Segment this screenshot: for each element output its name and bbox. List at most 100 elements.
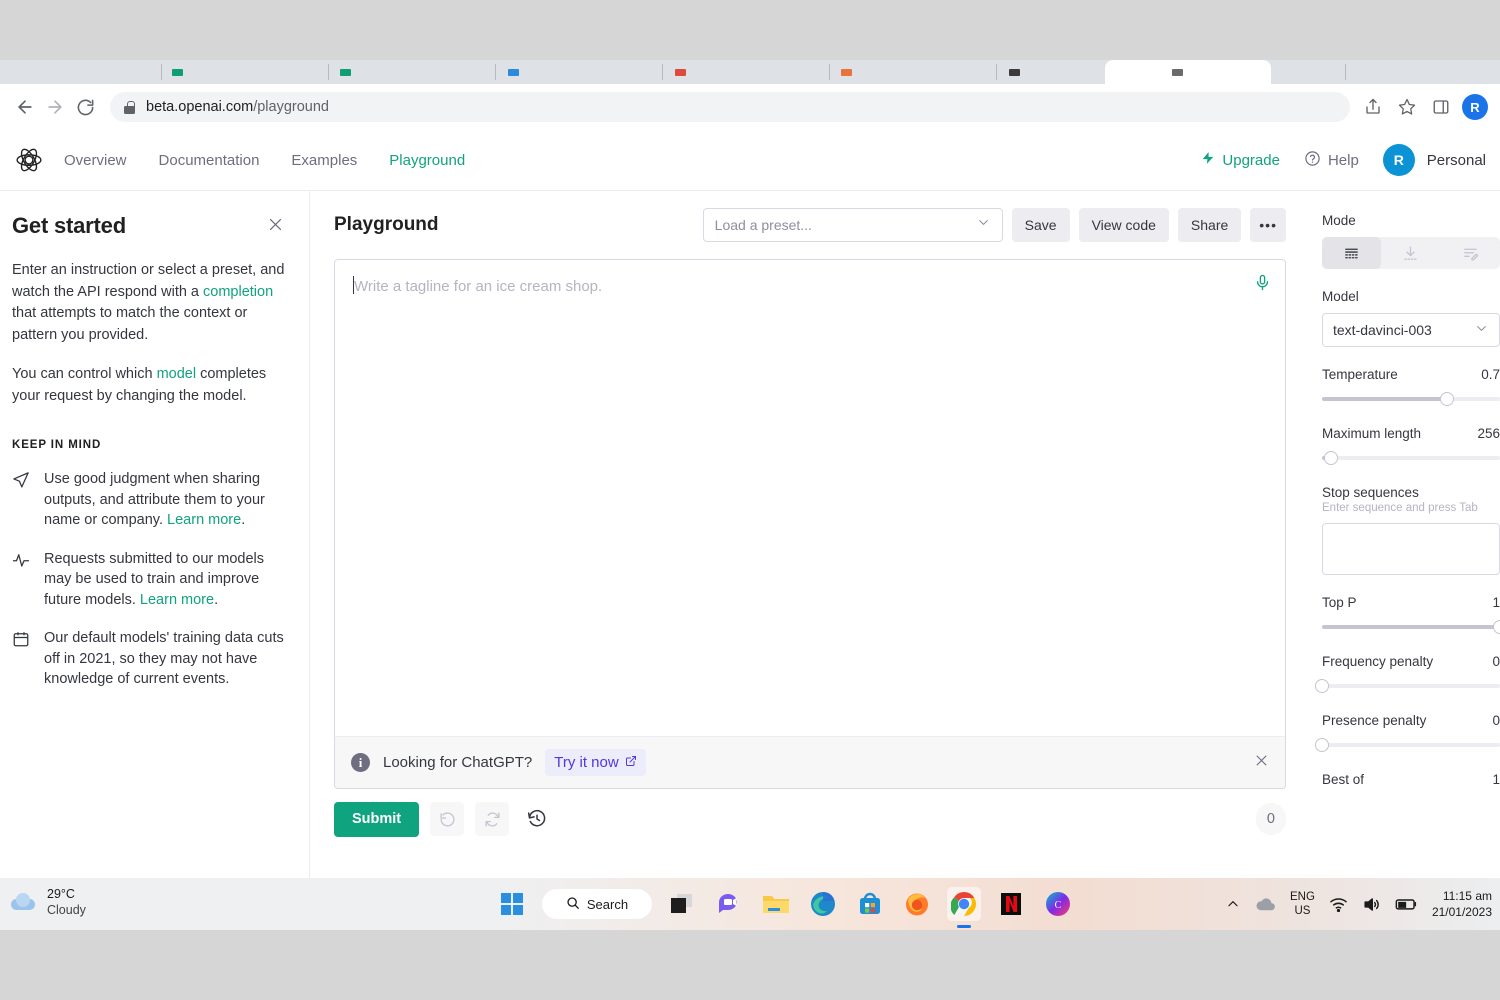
chat-icon[interactable] <box>712 887 746 921</box>
edge-icon[interactable] <box>806 887 840 921</box>
wifi-icon[interactable] <box>1329 895 1348 914</box>
nav-link-documentation[interactable]: Documentation <box>159 152 260 169</box>
playground-title: Playground <box>334 214 439 235</box>
reload-icon[interactable] <box>70 92 100 122</box>
list-item-text: Requests submitted to our models may be … <box>44 549 287 611</box>
browser-tab[interactable] <box>1275 60 1331 84</box>
browser-tab-strip[interactable] <box>0 60 1500 84</box>
temperature-group: Temperature 0.7 <box>1322 367 1500 406</box>
view-code-button[interactable]: View code <box>1078 208 1169 242</box>
undo-button[interactable] <box>430 802 465 836</box>
nav-link-playground[interactable]: Playground <box>389 152 465 169</box>
stop-sequences-input[interactable] <box>1322 523 1500 575</box>
chrome-icon[interactable] <box>947 887 981 928</box>
taskbar-search[interactable]: Search <box>542 889 652 919</box>
top-p-slider[interactable] <box>1322 620 1500 634</box>
model-select[interactable]: text-davinci-003 <box>1322 313 1500 347</box>
max-length-slider[interactable] <box>1322 451 1500 465</box>
banner-close-icon[interactable] <box>1254 753 1269 773</box>
mode-insert-button[interactable] <box>1381 237 1440 269</box>
help-button[interactable]: Help <box>1304 150 1359 171</box>
close-icon[interactable] <box>264 213 287 240</box>
learn-more-link[interactable]: Learn more <box>140 592 214 608</box>
address-bar[interactable]: beta.openai.com/playground <box>110 92 1350 122</box>
browser-tab[interactable] <box>163 60 327 84</box>
share-button[interactable]: Share <box>1177 208 1242 242</box>
slider-knob[interactable] <box>1493 620 1500 634</box>
microsoft-store-icon[interactable] <box>853 887 887 921</box>
lock-icon <box>124 100 135 114</box>
browser-tab-active[interactable] <box>1105 60 1271 84</box>
file-explorer-icon[interactable] <box>759 887 793 921</box>
windows-taskbar: 29°C Cloudy Search C ENG US 11:15 am 21/… <box>0 878 1500 930</box>
submit-button[interactable]: Submit <box>334 801 420 837</box>
slider-knob[interactable] <box>1315 679 1329 693</box>
firefox-icon[interactable] <box>900 887 934 921</box>
mode-edit-button[interactable] <box>1441 237 1500 269</box>
prompt-editor-container: Write a tagline for an ice cream shop. i… <box>334 259 1286 789</box>
browser-tab[interactable] <box>0 60 160 84</box>
sidebar-paragraph-1: Enter an instruction or select a preset,… <box>12 260 287 346</box>
browser-tab[interactable] <box>831 60 995 84</box>
slider-track <box>1322 456 1500 460</box>
browser-tab[interactable] <box>497 60 661 84</box>
try-it-now-link[interactable]: Try it now <box>545 749 646 776</box>
regenerate-button[interactable] <box>475 802 510 836</box>
netflix-icon[interactable] <box>994 887 1028 921</box>
completion-link[interactable]: completion <box>203 284 273 300</box>
presence-penalty-group: Presence penalty 0 <box>1315 713 1500 752</box>
slider-knob[interactable] <box>1315 738 1329 752</box>
microphone-icon[interactable] <box>1254 274 1271 296</box>
chevron-down-icon <box>1474 321 1489 339</box>
mode-complete-button[interactable] <box>1322 237 1382 269</box>
tab-divider <box>662 64 663 80</box>
tab-favicon <box>1172 69 1183 76</box>
openai-logo-icon <box>14 145 44 175</box>
slider-track <box>1322 743 1500 747</box>
language-indicator[interactable]: ENG US <box>1290 890 1315 918</box>
max-length-label: Maximum length <box>1322 426 1422 441</box>
battery-icon[interactable] <box>1395 896 1418 912</box>
weather-widget[interactable]: 29°C Cloudy <box>8 886 86 918</box>
share-icon[interactable] <box>1358 92 1388 122</box>
tab-divider <box>161 64 162 80</box>
model-link[interactable]: model <box>157 366 197 382</box>
save-button[interactable]: Save <box>1011 208 1070 242</box>
task-view-icon[interactable] <box>665 887 699 921</box>
chevron-up-icon[interactable] <box>1226 897 1240 911</box>
upgrade-button[interactable]: Upgrade <box>1201 151 1280 169</box>
learn-more-link[interactable]: Learn more <box>167 512 241 528</box>
top-p-group: Top P 1 <box>1322 595 1500 634</box>
frequency-penalty-slider[interactable] <box>1315 679 1500 693</box>
clock[interactable]: 11:15 am 21/01/2023 <box>1432 888 1492 920</box>
volume-icon[interactable] <box>1362 895 1381 914</box>
forward-icon[interactable] <box>40 92 70 122</box>
cloud-icon <box>8 892 38 912</box>
start-button-icon[interactable] <box>495 887 529 921</box>
browser-tab[interactable] <box>664 60 828 84</box>
canva-icon[interactable]: C <box>1041 887 1075 921</box>
tab-favicon <box>172 69 183 76</box>
temperature-slider[interactable] <box>1322 392 1500 406</box>
help-label: Help <box>1327 151 1359 169</box>
bookmark-star-icon[interactable] <box>1392 92 1422 122</box>
slider-knob[interactable] <box>1439 392 1454 406</box>
slider-knob[interactable] <box>1323 451 1338 465</box>
stop-sequences-group: Stop sequences Enter sequence and press … <box>1322 485 1500 575</box>
preset-select[interactable]: Load a preset... <box>702 208 1003 242</box>
get-started-sidebar: Get started Enter an instruction or sele… <box>0 191 310 878</box>
more-options-button[interactable]: ••• <box>1250 208 1286 242</box>
nav-link-examples[interactable]: Examples <box>291 152 357 169</box>
presence-penalty-slider[interactable] <box>1315 738 1500 752</box>
chevron-down-icon <box>976 215 991 235</box>
prompt-input[interactable]: Write a tagline for an ice cream shop. <box>335 260 1285 736</box>
browser-tab[interactable] <box>330 60 494 84</box>
history-button[interactable] <box>520 802 554 836</box>
account-menu[interactable]: R Personal <box>1382 144 1486 176</box>
nav-link-overview[interactable]: Overview <box>64 152 127 169</box>
onedrive-icon[interactable] <box>1254 896 1276 912</box>
back-icon[interactable] <box>10 92 40 122</box>
side-panel-icon[interactable] <box>1426 92 1456 122</box>
browser-profile-avatar[interactable]: R <box>1460 92 1490 122</box>
presence-penalty-label: Presence penalty <box>1322 713 1427 728</box>
